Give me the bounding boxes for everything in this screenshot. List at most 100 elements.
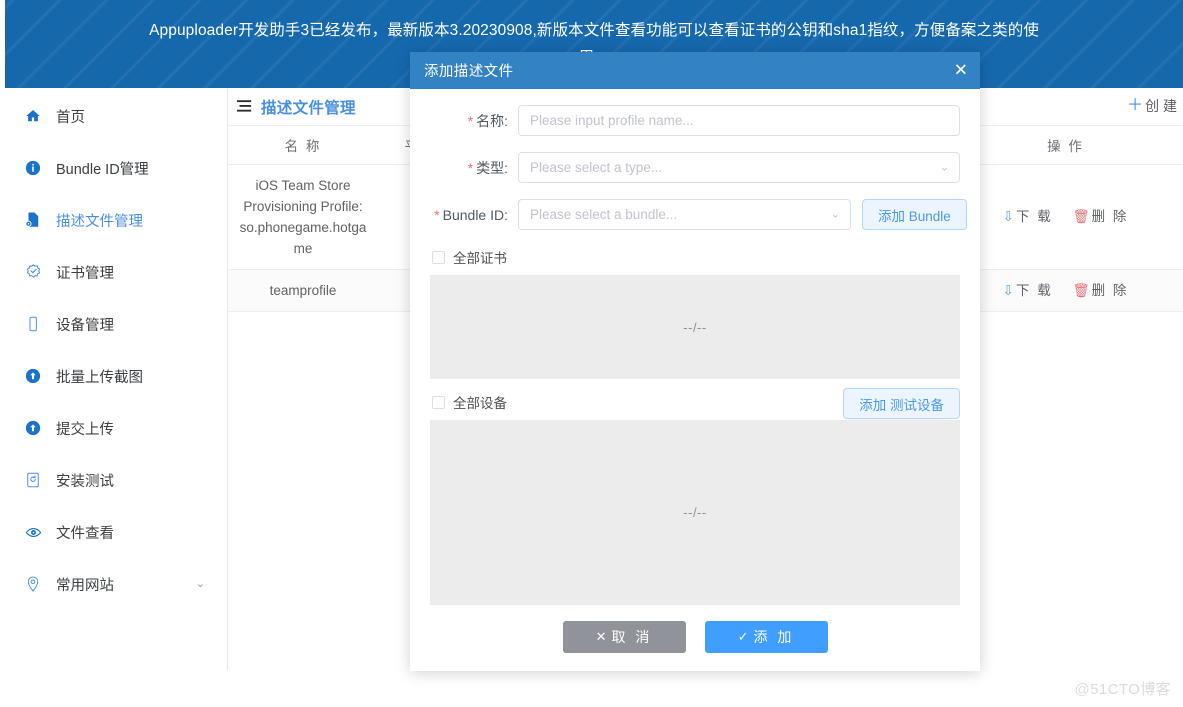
download-label: 下 载	[1016, 206, 1053, 227]
sidebar-item-profile-management[interactable]: 描述文件管理	[5, 203, 227, 237]
devices-list-empty: --/--	[430, 420, 960, 605]
certificates-empty-text: --/--	[683, 320, 706, 335]
create-button[interactable]: ＋ 创 建	[1127, 96, 1177, 116]
page-bottom-strip	[0, 670, 1183, 707]
check-icon: ✓	[738, 629, 749, 645]
sidebar-item-home[interactable]: 首页	[5, 99, 227, 133]
required-asterisk: *	[468, 160, 473, 176]
submit-button-label: 添 加	[754, 627, 795, 647]
bundle-field-label: *Bundle ID:	[430, 207, 518, 223]
certificate-check-icon	[23, 262, 43, 282]
upload-circle-icon	[23, 418, 43, 438]
certificates-list-empty: --/--	[430, 275, 960, 379]
chevron-down-icon[interactable]: ⌄	[196, 579, 205, 590]
banner-text-line-1: Appuploader开发助手3已经发布，最新版本3.20230908,新版本文…	[149, 0, 1039, 44]
download-icon: ⇩	[1003, 206, 1014, 227]
name-field-label: *名称:	[430, 111, 518, 131]
profile-name-input[interactable]	[518, 105, 960, 136]
sidebar-item-submit-upload[interactable]: 提交上传	[5, 411, 227, 445]
sidebar-item-file-view[interactable]: 文件查看	[5, 515, 227, 549]
column-header-actions: 操 作	[948, 126, 1183, 164]
dialog-footer: ✕ 取 消 ✓ 添 加	[430, 611, 960, 653]
dialog-title: 添加描述文件	[424, 60, 513, 81]
cell-actions: ⇩ 下 载 🗑 删 除	[948, 164, 1183, 269]
cancel-button[interactable]: ✕ 取 消	[563, 621, 686, 653]
profile-type-select[interactable]	[518, 152, 960, 183]
all-devices-row: 全部设备 添加 测试设备	[432, 391, 960, 413]
required-asterisk: *	[434, 207, 439, 223]
cell-profile-name: teamprofile	[228, 269, 378, 311]
devices-empty-text: --/--	[683, 505, 706, 520]
cancel-button-label: 取 消	[612, 627, 653, 647]
page-title: 描述文件管理	[236, 96, 356, 118]
delete-link[interactable]: 🗑 删 除	[1072, 280, 1128, 301]
all-certificates-checkbox[interactable]	[432, 251, 445, 264]
required-asterisk: *	[468, 113, 473, 129]
device-icon	[23, 314, 43, 334]
submit-add-button[interactable]: ✓ 添 加	[705, 621, 828, 653]
upload-circle-icon	[23, 366, 43, 386]
name-field-control	[518, 105, 960, 136]
trash-icon: 🗑	[1072, 206, 1089, 227]
watermark: @51CTO博客	[1074, 678, 1171, 699]
add-bundle-button[interactable]: 添加 Bundle	[862, 199, 967, 230]
type-field-control: ⌄	[518, 152, 960, 183]
delete-label: 删 除	[1092, 206, 1129, 227]
profile-file-icon	[23, 210, 43, 230]
sidebar-item-label: 证书管理	[56, 262, 114, 283]
download-link[interactable]: ⇩ 下 载	[1003, 206, 1053, 227]
field-row-name: *名称:	[430, 105, 960, 136]
sidebar-item-batch-upload-screenshots[interactable]: 批量上传截图	[5, 359, 227, 393]
bundle-id-select[interactable]	[518, 199, 851, 230]
sidebar-item-label: 首页	[56, 106, 85, 127]
page-left-edge	[0, 0, 5, 707]
sidebar-item-common-websites[interactable]: 常用网站 ⌄	[5, 567, 227, 601]
sidebar-item-bundle-id[interactable]: Bundle ID管理	[5, 151, 227, 185]
download-label: 下 载	[1016, 280, 1053, 301]
name-label-text: 名称:	[476, 113, 508, 129]
column-header-name: 名 称	[228, 126, 378, 164]
sidebar-item-label: 提交上传	[56, 418, 114, 439]
dialog-body: *名称: *类型: ⌄ *Bundle ID:	[410, 89, 980, 653]
delete-link[interactable]: 🗑 删 除	[1072, 206, 1128, 227]
install-test-icon	[23, 470, 43, 490]
app-root: Appuploader开发助手3已经发布，最新版本3.20230908,新版本文…	[0, 0, 1183, 707]
sidebar: 首页 Bundle ID管理 描述文件管理 证书管理 设备管理	[5, 88, 228, 670]
all-devices-checkbox[interactable]	[432, 396, 445, 409]
cell-actions: ⇩ 下 载 🗑 删 除	[948, 269, 1183, 311]
trash-icon: 🗑	[1072, 280, 1089, 301]
all-certificates-label: 全部证书	[453, 247, 507, 267]
list-menu-icon	[236, 99, 253, 114]
field-row-type: *类型: ⌄	[430, 152, 960, 183]
info-icon	[23, 158, 43, 178]
close-icon[interactable]: ✕	[954, 62, 968, 79]
close-icon: ✕	[596, 629, 607, 645]
type-field-label: *类型:	[430, 158, 518, 178]
add-profile-dialog: 添加描述文件 ✕ *名称: *类型: ⌄	[410, 52, 980, 671]
download-icon: ⇩	[1003, 280, 1014, 301]
sidebar-item-certificate-management[interactable]: 证书管理	[5, 255, 227, 289]
sidebar-item-device-management[interactable]: 设备管理	[5, 307, 227, 341]
dialog-header: 添加描述文件 ✕	[410, 52, 980, 89]
sidebar-item-label: 常用网站	[56, 574, 114, 595]
sidebar-item-label: 批量上传截图	[56, 366, 143, 387]
add-test-device-button[interactable]: 添加 测试设备	[843, 388, 960, 419]
home-icon	[23, 106, 43, 126]
create-button-label: 创 建	[1145, 96, 1177, 116]
page-title-text: 描述文件管理	[261, 96, 356, 118]
sidebar-item-label: 文件查看	[56, 522, 114, 543]
sidebar-item-label: 描述文件管理	[56, 210, 143, 231]
bundle-label-text: Bundle ID:	[443, 207, 508, 223]
type-label-text: 类型:	[476, 160, 508, 176]
file-view-icon	[23, 522, 43, 542]
all-devices-label: 全部设备	[453, 392, 507, 412]
cell-profile-name: iOS Team Store Provisioning Profile: so.…	[228, 164, 378, 269]
bundle-field-control: ⌄	[518, 199, 851, 230]
sidebar-item-install-test[interactable]: 安装测试	[5, 463, 227, 497]
field-row-bundle-id: *Bundle ID: ⌄ 添加 Bundle	[430, 199, 960, 230]
sidebar-item-label: 设备管理	[56, 314, 114, 335]
location-pin-icon	[23, 574, 43, 594]
download-link[interactable]: ⇩ 下 载	[1003, 280, 1053, 301]
delete-label: 删 除	[1092, 280, 1129, 301]
sidebar-item-label: 安装测试	[56, 470, 114, 491]
